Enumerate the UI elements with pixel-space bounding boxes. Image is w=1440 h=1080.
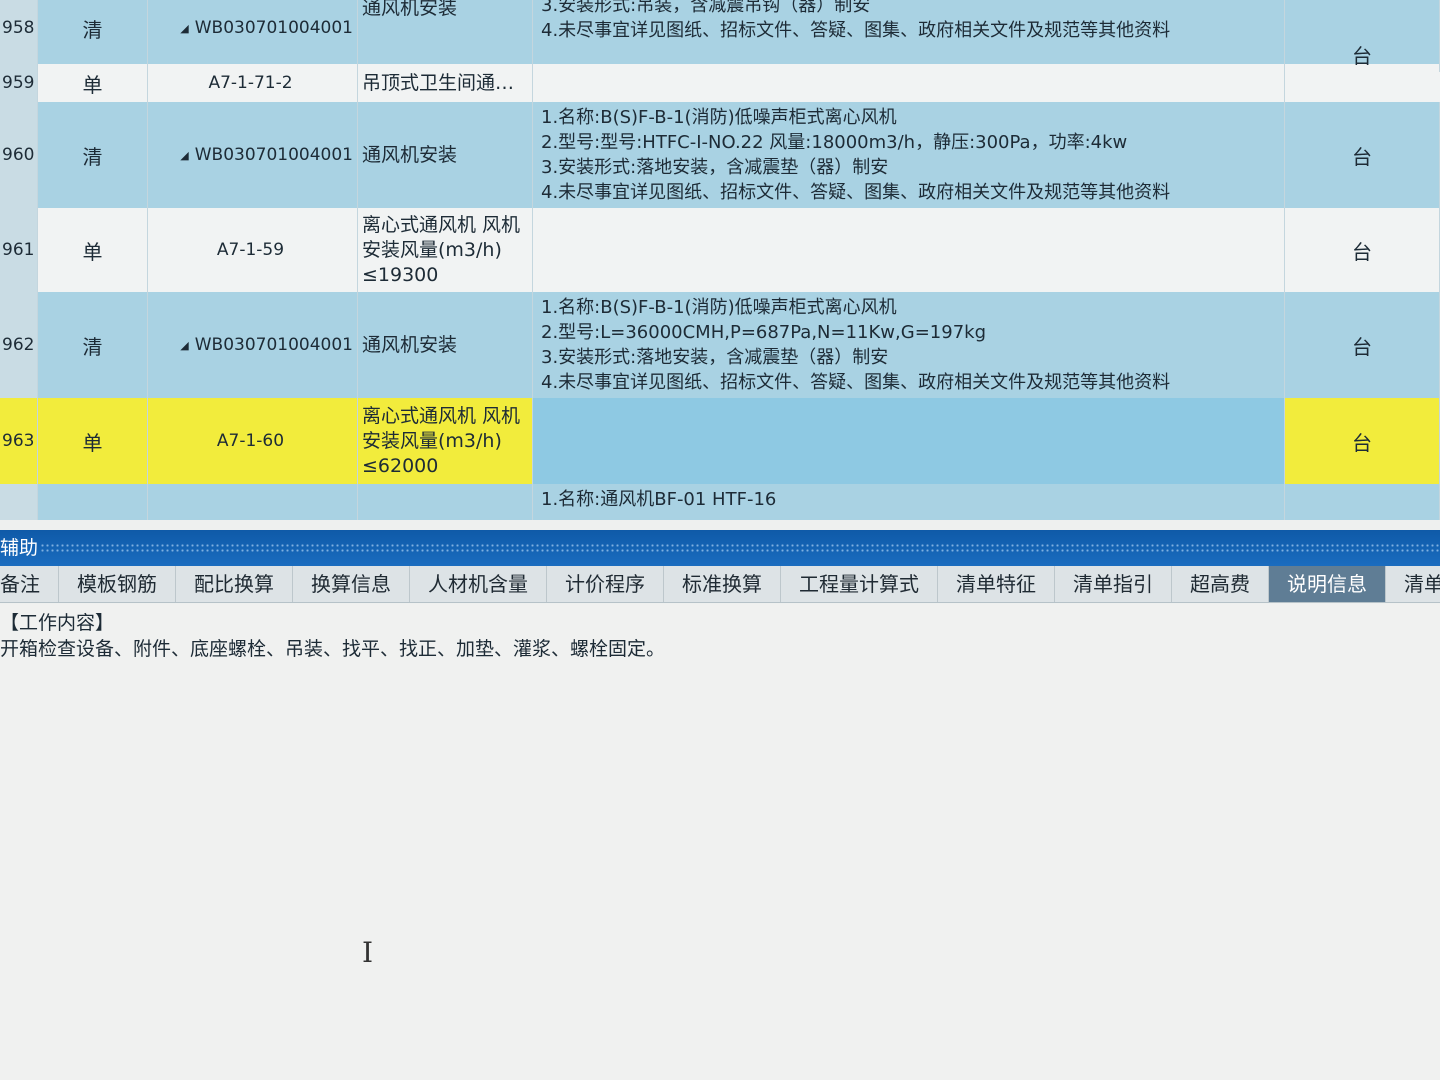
row-name: 离心式通风机 风机安装风量(m3/h) ≤19300	[358, 208, 533, 292]
tab-description-info[interactable]: 说明信息	[1269, 566, 1386, 602]
row-number: 958	[0, 0, 38, 64]
bill-grid[interactable]: 958 清 ◢ WB030701004001 通风机安装 3.安装形式:吊装，含减…	[0, 0, 1440, 520]
text-cursor-icon: I	[362, 936, 374, 969]
row-name: 通风机安装	[358, 292, 533, 398]
row-unit: 台	[1285, 398, 1440, 484]
table-row[interactable]: 1.名称:通风机BF-01 HTF-16	[0, 484, 1440, 520]
row-unit: 台	[1285, 292, 1440, 398]
panel-title: 辅助	[0, 537, 39, 559]
row-name: 通风机安装	[358, 102, 533, 208]
work-content-heading: 【工作内容】	[0, 612, 115, 634]
row-type: 清	[38, 102, 148, 208]
tab-formwork-rebar[interactable]: 模板钢筋	[59, 566, 176, 602]
tab-pricing-procedure[interactable]: 计价程序	[547, 566, 664, 602]
row-features: 1.名称:B(S)F-B-1(消防)低噪声柜式离心风机 2.型号:L=36000…	[533, 292, 1285, 398]
row-name: 通风机安装	[358, 0, 533, 64]
row-name: 离心式通风机 风机安装风量(m3/h) ≤62000	[358, 398, 533, 484]
description-panel[interactable]: 【工作内容】 开箱检查设备、附件、底座螺栓、吊装、找平、找正、加垫、灌浆、螺栓固…	[0, 604, 1440, 1080]
tab-bill-features[interactable]: 清单特征	[938, 566, 1055, 602]
table-row[interactable]: 959 单 A7-1-71-2 吊顶式卫生间通… 台	[0, 34, 1440, 103]
tab-bill-guide[interactable]: 清单指引	[1055, 566, 1172, 602]
row-type: 单	[38, 398, 148, 484]
tab-height-fee[interactable]: 超高费	[1172, 566, 1269, 602]
row-code: A7-1-59	[148, 208, 358, 292]
row-number: 963	[0, 398, 38, 484]
tab-mix-conversion[interactable]: 配比换算	[176, 566, 293, 602]
row-unit: 台	[1285, 34, 1440, 72]
row-name: 吊顶式卫生间通…	[358, 64, 533, 102]
row-name	[358, 484, 533, 520]
row-unit	[1285, 484, 1440, 520]
row-code: A7-1-60	[148, 398, 358, 484]
row-features	[533, 64, 1285, 102]
collapse-triangle-icon[interactable]: ◢	[180, 22, 188, 35]
tab-bill-reference[interactable]: 清单参考	[1386, 566, 1440, 602]
tab-conversion-info[interactable]: 换算信息	[293, 566, 410, 602]
row-code-text: WB030701004001	[194, 335, 353, 355]
row-features	[533, 208, 1285, 292]
row-number	[0, 484, 38, 520]
work-content-text: 开箱检查设备、附件、底座螺栓、吊装、找平、找正、加垫、灌浆、螺栓固定。	[0, 638, 666, 660]
row-unit: 台	[1285, 102, 1440, 208]
row-features[interactable]	[533, 398, 1285, 484]
row-features: 1.名称:通风机BF-01 HTF-16	[533, 484, 1285, 520]
panel-title-bar[interactable]: 辅助	[0, 530, 1440, 566]
row-features: 3.安装形式:吊装，含减震吊钩（器）制安 4.未尽事宜详见图纸、招标文件、答疑、…	[533, 0, 1285, 64]
row-features: 1.名称:B(S)F-B-1(消防)低噪声柜式离心风机 2.型号:型号:HTFC…	[533, 102, 1285, 208]
tab-quantity-formula[interactable]: 工程量计算式	[781, 566, 938, 602]
row-number: 962	[0, 292, 38, 398]
row-type: 单	[38, 208, 148, 292]
table-row[interactable]: 961 单 A7-1-59 离心式通风机 风机安装风量(m3/h) ≤19300…	[0, 208, 1440, 293]
table-row-selected[interactable]: 963 单 A7-1-60 离心式通风机 风机安装风量(m3/h) ≤62000…	[0, 398, 1440, 485]
row-code	[148, 484, 358, 520]
tab-bar: 备注 模板钢筋 配比换算 换算信息 人材机含量 计价程序 标准换算 工程量计算式…	[0, 566, 1440, 603]
tab-labor-material[interactable]: 人材机含量	[410, 566, 547, 602]
row-code[interactable]: ◢ WB030701004001	[148, 292, 358, 398]
row-code[interactable]: ◢ WB030701004001	[148, 102, 358, 208]
tab-remarks[interactable]: 备注	[0, 566, 59, 602]
row-type: 清	[38, 0, 148, 64]
row-type	[38, 484, 148, 520]
row-type: 单	[38, 64, 148, 102]
table-row[interactable]: 958 清 ◢ WB030701004001 通风机安装 3.安装形式:吊装，含减…	[0, 0, 1440, 65]
row-code-text: WB030701004001	[194, 145, 353, 165]
table-row[interactable]: 960 清 ◢ WB030701004001 通风机安装 1.名称:B(S)F-B…	[0, 102, 1440, 209]
tab-standard-conversion[interactable]: 标准换算	[664, 566, 781, 602]
row-number: 961	[0, 208, 38, 292]
row-number: 959	[0, 64, 38, 102]
title-bar-grip	[40, 543, 1440, 553]
collapse-triangle-icon[interactable]: ◢	[180, 149, 188, 162]
collapse-triangle-icon[interactable]: ◢	[180, 339, 188, 352]
row-code: A7-1-71-2	[148, 64, 358, 102]
table-row[interactable]: 962 清 ◢ WB030701004001 通风机安装 1.名称:B(S)F-B…	[0, 292, 1440, 399]
row-number: 960	[0, 102, 38, 208]
row-code-text: WB030701004001	[194, 18, 353, 38]
row-unit: 台	[1285, 208, 1440, 292]
row-code[interactable]: ◢ WB030701004001	[148, 0, 358, 64]
row-type: 清	[38, 292, 148, 398]
